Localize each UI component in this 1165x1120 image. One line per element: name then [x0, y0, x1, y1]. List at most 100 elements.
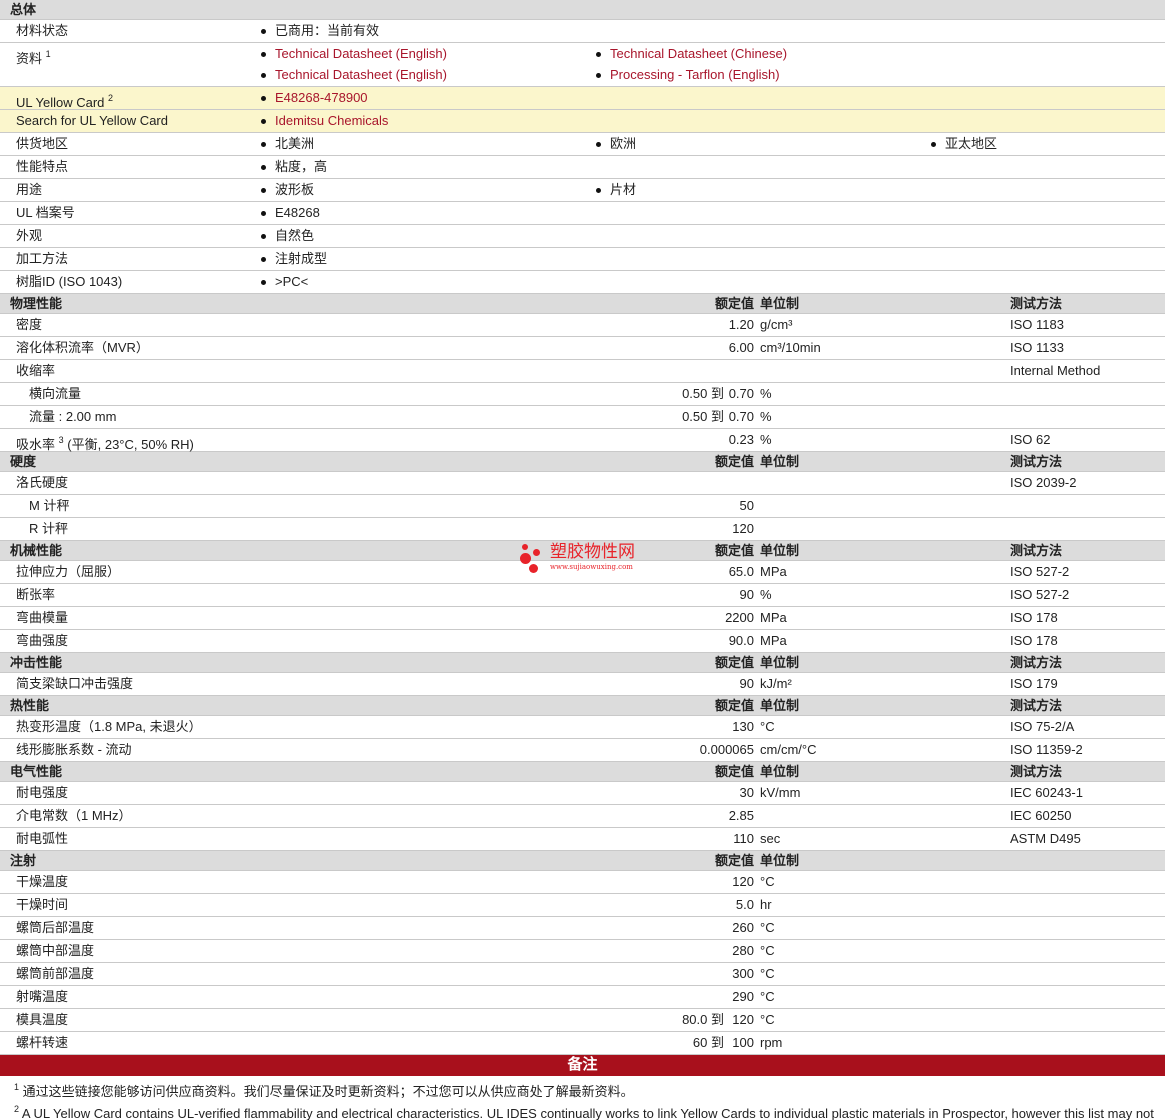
row-unit: MPa [760, 633, 787, 648]
section-title: 注射 [10, 853, 37, 868]
row-search-ul: Search for UL Yellow Card Idemitsu Chemi… [0, 110, 1165, 133]
row-value: 280 [732, 943, 754, 958]
row-unit: cm³/10min [760, 340, 821, 355]
row-value-from: 80.0 到 [682, 1012, 724, 1027]
link-idemitsu[interactable]: Idemitsu Chemicals [261, 110, 388, 132]
row-label: 横向流量 [29, 386, 82, 401]
col-header-method: 测试方法 [1010, 296, 1063, 311]
row-ul-file: UL 档案号 E48268 [0, 202, 1165, 225]
row-value: 120 [732, 874, 754, 889]
row-value-to: 0.70 [728, 386, 754, 401]
row-unit: % [760, 386, 772, 401]
row-value: 65.0 [728, 564, 754, 579]
col-header-value: 额定值 [714, 454, 754, 469]
row-label: 树脂ID (ISO 1043) [16, 274, 123, 289]
row-value: 注射成型 [261, 248, 327, 270]
col-header-value: 额定值 [714, 698, 754, 713]
row-method: ISO 179 [1010, 676, 1058, 691]
row-label: 拉伸应力（屈服） [16, 564, 121, 579]
row-value: 波形板 [261, 179, 314, 201]
row-label: 性能特点 [16, 159, 69, 174]
section-header-electrical: 电气性能 额定值 单位制 测试方法 [0, 762, 1165, 782]
link-tds-english-1[interactable]: Technical Datasheet (English) [261, 43, 447, 65]
row-label: 介电常数（1 MHz） [16, 808, 132, 823]
link-ul-yellow-card[interactable]: E48268-478900 [261, 87, 368, 109]
row-rockwell-m: M 计秤 50 [0, 495, 1165, 518]
col-header-value: 额定值 [714, 296, 754, 311]
row-resin-id: 树脂ID (ISO 1043) >PC< [0, 271, 1165, 294]
row-method: ISO 2039-2 [1010, 475, 1077, 490]
row-value: E48268 [261, 202, 320, 224]
logo-dot-icon [520, 553, 531, 564]
row-value: 片材 [596, 179, 636, 201]
link-tds-english-2[interactable]: Technical Datasheet (English) [261, 64, 447, 86]
row-flex-strength: 弯曲强度 90.0 MPa ISO 178 [0, 630, 1165, 653]
note-2: 2 A UL Yellow Card contains UL-verified … [14, 1104, 1154, 1120]
row-uses: 用途 波形板 片材 [0, 179, 1165, 202]
row-label: 材料状态 [16, 23, 69, 38]
row-unit: °C [760, 920, 775, 935]
row-label: 螺杆转速 [16, 1035, 69, 1050]
row-value: 亚太地区 [931, 133, 997, 155]
col-header-method: 测试方法 [1010, 543, 1063, 558]
col-header-value: 额定值 [714, 764, 754, 779]
row-value: 300 [732, 966, 754, 981]
row-unit: sec [760, 831, 781, 846]
row-dielectric-strength: 耐电强度 30 kV/mm IEC 60243-1 [0, 782, 1165, 805]
row-unit: MPa [760, 610, 787, 625]
row-unit: °C [760, 874, 775, 889]
row-charpy: 简支梁缺口冲击强度 90 kJ/m² ISO 179 [0, 673, 1165, 696]
section-title: 电气性能 [10, 764, 63, 779]
col-header-value: 额定值 [714, 543, 754, 558]
row-value-to: 120 [732, 1012, 754, 1027]
col-header-method: 测试方法 [1010, 454, 1063, 469]
row-mold-temp: 模具温度 80.0 到 120 °C [0, 1009, 1165, 1032]
row-label: 供货地区 [16, 136, 69, 151]
row-dielectric-constant: 介电常数（1 MHz） 2.85 IEC 60250 [0, 805, 1165, 828]
row-label: 弯曲模量 [16, 610, 69, 625]
col-header-value: 额定值 [714, 655, 754, 670]
row-flex-modulus: 弯曲模量 2200 MPa ISO 178 [0, 607, 1165, 630]
row-shrink-cross: 横向流量 0.50 到 0.70 % [0, 383, 1165, 406]
row-material-status: 材料状态 已商用：当前有效 [0, 20, 1165, 43]
row-hdt: 热变形温度（1.8 MPa, 未退火） 130 °C ISO 75-2/A [0, 716, 1165, 739]
row-value: 2.85 [728, 808, 754, 823]
logo-dot-icon [529, 564, 538, 573]
row-ul-yellow-card: UL Yellow Card 2 E48268-478900 [0, 87, 1165, 110]
row-value: 120 [732, 521, 754, 536]
col-header-unit: 单位制 [760, 655, 800, 670]
row-value-from: 0.50 到 [682, 386, 724, 401]
row-method: ISO 527-2 [1010, 587, 1070, 602]
row-injection: 螺筒前部温度 300 °C [0, 963, 1165, 986]
col-header-unit: 单位制 [760, 296, 800, 311]
row-rockwell: 洛氏硬度 ISO 2039-2 [0, 472, 1165, 495]
row-label: M 计秤 [29, 498, 70, 513]
row-label: 流量 : 2.00 mm [29, 409, 117, 424]
row-value: 30 [739, 785, 754, 800]
row-injection: 射嘴温度 290 °C [0, 986, 1165, 1009]
row-unit: % [760, 409, 772, 424]
link-processing-tarflon[interactable]: Processing - Tarflon (English) [596, 64, 780, 86]
row-arc-resistance: 耐电弧性 110 sec ASTM D495 [0, 828, 1165, 851]
col-header-unit: 单位制 [760, 698, 800, 713]
row-value-to: 0.70 [728, 409, 754, 424]
col-header-unit: 单位制 [760, 764, 800, 779]
row-value: 130 [732, 719, 754, 734]
section-header-hardness: 硬度 额定值 单位制 测试方法 [0, 452, 1165, 472]
logo-dot-icon [533, 549, 540, 556]
row-injection: 干燥时间 5.0 hr [0, 894, 1165, 917]
section-header-general: 总体 [0, 0, 1165, 20]
link-tds-chinese[interactable]: Technical Datasheet (Chinese) [596, 43, 787, 65]
row-value: 260 [732, 920, 754, 935]
section-title: 冲击性能 [10, 655, 63, 670]
row-label: 断张率 [16, 587, 56, 602]
row-injection: 螺筒后部温度 260 °C [0, 917, 1165, 940]
row-shrink-flow: 流量 : 2.00 mm 0.50 到 0.70 % [0, 406, 1165, 429]
row-label: 热变形温度（1.8 MPa, 未退火） [16, 719, 202, 734]
row-supply: 供货地区 北美洲 欧洲 亚太地区 [0, 133, 1165, 156]
row-value-to: 100 [732, 1035, 754, 1050]
row-value: 已商用：当前有效 [261, 20, 379, 42]
row-elongation: 断张率 90 % ISO 527-2 [0, 584, 1165, 607]
row-label: 螺筒中部温度 [16, 943, 95, 958]
logo-dot-icon [522, 544, 528, 550]
